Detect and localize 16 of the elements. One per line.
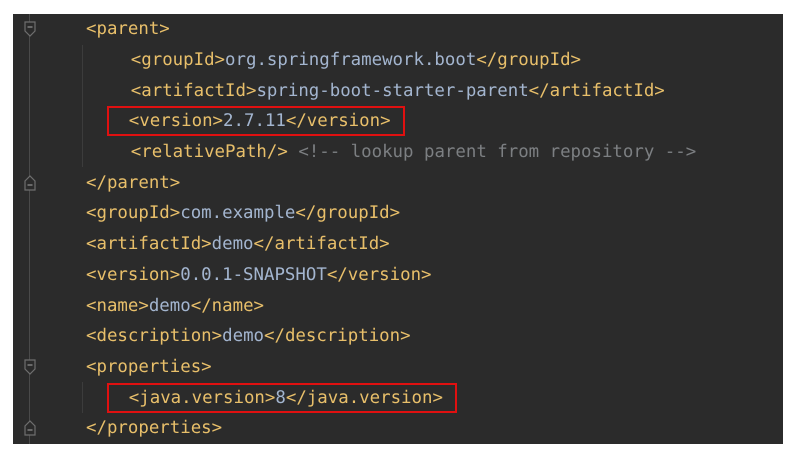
fold-collapse-icon[interactable] [24, 21, 36, 38]
fold-end-icon[interactable] [24, 420, 36, 436]
code-line: <artifactId>demo</artifactId> [85, 233, 391, 256]
code-line: <groupId>org.springframework.boot</groupId> [130, 49, 582, 72]
code-line: </parent> [85, 172, 182, 195]
code-line: <version>0.0.1-SNAPSHOT</version> [85, 264, 433, 287]
code-line: <groupId>com.example</groupId> [85, 202, 402, 226]
code-line: <properties> [85, 356, 213, 379]
code-line: <description>demo</description> [85, 325, 412, 348]
code-line: <parent> [85, 18, 171, 42]
code-line: <artifactId>spring-boot-starter-parent</artifactId> [130, 80, 666, 103]
code-line: <relativePath/> <!-- lookup parent from repository --> [130, 141, 698, 164]
fold-end-icon[interactable] [24, 174, 36, 191]
fold-collapse-icon[interactable] [24, 358, 36, 375]
code-line: <name>demo</name> [85, 294, 266, 318]
code-line: </properties> [85, 417, 224, 440]
